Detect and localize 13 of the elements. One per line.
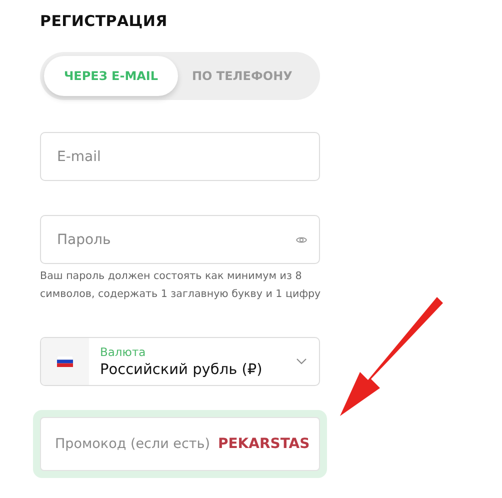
field-label: Валюта — [100, 345, 147, 359]
promo-field[interactable]: Промокод (если есть) PEKARSTAS — [40, 417, 320, 471]
promo-code: PEKARSTAS — [218, 436, 310, 452]
eye-icon[interactable] — [296, 236, 307, 244]
currency-select[interactable]: Валюта Российский рубль (₽) — [40, 337, 320, 386]
promo-label: Промокод (если есть) — [55, 436, 210, 452]
currency-value: Российский рубль (₽) — [100, 362, 264, 378]
page-title: РЕГИСТРАЦИЯ — [40, 12, 168, 30]
password-field[interactable]: Пароль — [40, 215, 320, 264]
password-hint: Ваш пароль должен состоять как минимум из 8 символов, содержать 1 заглавную букву и 1 цифру — [40, 269, 322, 302]
flag-icon — [57, 356, 73, 367]
password-input[interactable]: Пароль — [55, 216, 296, 263]
chevron-icon — [296, 358, 307, 365]
